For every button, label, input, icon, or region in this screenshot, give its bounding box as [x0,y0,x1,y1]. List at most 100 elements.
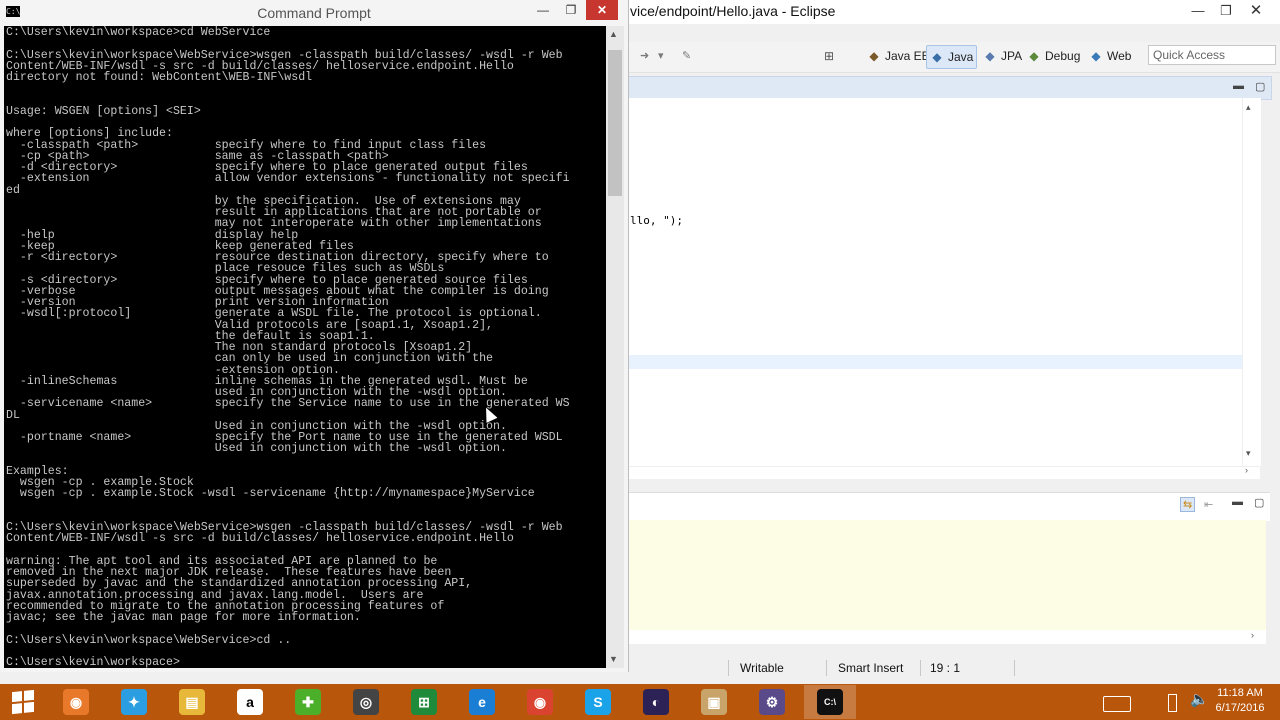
skype-icon: S [585,689,611,715]
console-line: place resouce files such as WSDLs [6,262,445,276]
dropdown-arrow-icon[interactable]: ▾ [658,49,664,62]
restore-icon[interactable]: ❐ [556,0,586,20]
minimize-console-icon[interactable]: ▬ [1232,496,1243,508]
console-text: C:\Users\kevin\workspace>cd WebService C:… [4,26,606,668]
firefox-icon: ◉ [63,689,89,715]
tool-icon: ⚙ [759,689,785,715]
eclipse-titlebar[interactable]: vice/endpoint/Hello.java - Eclipse — ❐ ✕ [628,0,1280,24]
eclipse-toolbar: ➜ ▾ ✎ ⊞ ◆ Java EE ◆ Java ◆ JPA ◆ Debug ◆ Web Quic… [628,42,1280,73]
close-icon[interactable]: ✕ [1242,0,1270,22]
start-button[interactable] [0,685,46,719]
forward-arrow-icon[interactable]: ➜ [640,49,649,62]
clock-time[interactable]: 11:18 AM [1210,687,1270,699]
cursor-position-status: 19 : 1 [930,661,961,675]
console-line: Used in conjunction with the -wsdl optio… [6,442,507,456]
java-ee-icon: ◆ [869,49,879,63]
internet-explorer-icon: e [469,689,495,715]
perspective-debug[interactable]: ◆ Debug [1024,45,1083,67]
console-line: Usage: WSGEN [options] <SEI> [6,104,201,118]
taskbar-app-9[interactable]: ◉ [514,685,566,719]
console-line: superseded by javac and the standardized… [6,577,473,591]
cmd-titlebar[interactable]: C:\ Command Prompt — ❐ ✕ [0,0,628,26]
spreadsheet-icon: ⊞ [411,689,437,715]
volume-icon[interactable]: 🔈 [1190,690,1209,708]
taskbar-app-13[interactable]: ⚙ [746,685,798,719]
java-icon: ◆ [932,50,942,64]
command-prompt-icon: C:\ [817,689,843,715]
pin-icon[interactable]: ✎ [682,49,691,62]
chrome-icon: ◉ [527,689,553,715]
taskbar-app-5[interactable]: ✚ [282,685,334,719]
taskbar: ◉ ✦ ▤ a ✚ ◎ ⊞ e ◉ S ◐ ▣ ⚙ C:\ [0,684,1280,720]
taskbar-app-14[interactable]: C:\ [804,685,856,719]
scroll-up-icon[interactable]: ▴ [1246,102,1251,113]
console-line: where [options] include: [6,127,173,141]
console-output[interactable] [628,520,1266,630]
console-line: C:\Users\kevin\workspace>cd WebService [6,26,271,39]
quick-access-input[interactable]: Quick Access [1148,45,1276,65]
minimize-icon[interactable]: — [1184,0,1212,22]
code-fragment: llo, "); [630,214,683,227]
battery-icon[interactable] [1168,694,1177,712]
close-icon[interactable]: ✕ [586,0,618,20]
minimize-view-icon[interactable]: ▬ [1233,80,1244,92]
editor-vertical-scrollbar[interactable]: ▴ ▾ [1242,98,1261,466]
perspective-java[interactable]: ◆ Java [926,45,978,69]
web-icon: ◆ [1091,49,1101,63]
open-perspective-icon[interactable]: ⊞ [824,49,834,63]
debug-icon: ◆ [1029,49,1039,63]
command-prompt-window: C:\ Command Prompt — ❐ ✕ C:\Users\kevin\… [0,0,629,672]
console-line: javac; see the javac man page for more i… [6,611,361,624]
taskbar-app-10[interactable]: S [572,685,624,719]
editor-horizontal-scrollbar[interactable]: › [628,465,1260,479]
taskbar-app-12[interactable]: ▣ [688,685,740,719]
code-editor[interactable]: llo, "); [628,98,1242,466]
editor-tab-header: ▬ ▢ [628,76,1272,100]
insert-mode-status: Smart Insert [838,661,904,675]
perspective-jpa[interactable]: ◆ JPA [980,45,1025,67]
taskbar-app-2[interactable]: ✦ [108,685,160,719]
maximize-view-icon[interactable]: ▢ [1255,80,1265,93]
status-separator [920,660,921,676]
perspective-label: Java EE [885,49,930,63]
console-horizontal-scrollbar[interactable]: › [628,630,1266,644]
taskbar-app-11[interactable]: ◐ [630,685,682,719]
perspective-label: Java [948,50,974,64]
scroll-right-icon[interactable]: › [1245,465,1248,475]
minimize-icon[interactable]: — [528,0,558,20]
console-line: -extension allow vendor extensions - fun… [6,172,570,186]
taskbar-app-4[interactable]: a [224,685,276,719]
cmd-vertical-scrollbar[interactable]: ▲ ▼ [606,26,624,668]
console-line: may not interoperate with other implemen… [6,217,542,231]
scrollbar-thumb[interactable] [608,50,622,196]
status-separator [1014,660,1015,676]
restore-icon[interactable]: ❐ [1212,0,1240,22]
maximize-console-icon[interactable]: ▢ [1254,496,1264,509]
scroll-right-icon[interactable]: › [1251,630,1254,640]
bird-icon: ✦ [121,689,147,715]
keyboard-icon[interactable] [1103,696,1131,712]
scroll-up-icon[interactable]: ▲ [609,29,618,39]
console-line: C:\Users\kevin\workspace> [6,656,180,668]
console-line: -servicename <name> specify the Service … [6,397,570,411]
console-area[interactable]: C:\Users\kevin\workspace>cd WebService C:… [4,26,606,668]
clock-date[interactable]: 6/17/2016 [1210,702,1270,714]
jpa-icon: ◆ [985,49,995,63]
scroll-down-icon[interactable]: ▼ [609,654,618,664]
taskbar-app-3[interactable]: ▤ [166,685,218,719]
taskbar-app-7[interactable]: ⊞ [398,685,450,719]
perspective-web[interactable]: ◆ Web [1086,45,1134,67]
taskbar-app-1[interactable]: ◉ [50,685,102,719]
perspective-label: JPA [1001,49,1023,63]
perspective-java-ee[interactable]: ◆ Java EE [864,45,933,67]
taskbar-app-8[interactable]: e [456,685,508,719]
status-separator [728,660,729,676]
console-line: directory not found: WebContent\WEB-INF\… [6,71,313,84]
scroll-down-icon[interactable]: ▾ [1246,448,1251,459]
writable-status: Writable [740,661,784,675]
taskbar-app-6[interactable]: ◎ [340,685,392,719]
pin-console-icon[interactable]: ⇆ [1180,497,1196,512]
current-line-highlight [628,355,1242,369]
display-console-icon[interactable]: ⇤ [1204,498,1213,511]
